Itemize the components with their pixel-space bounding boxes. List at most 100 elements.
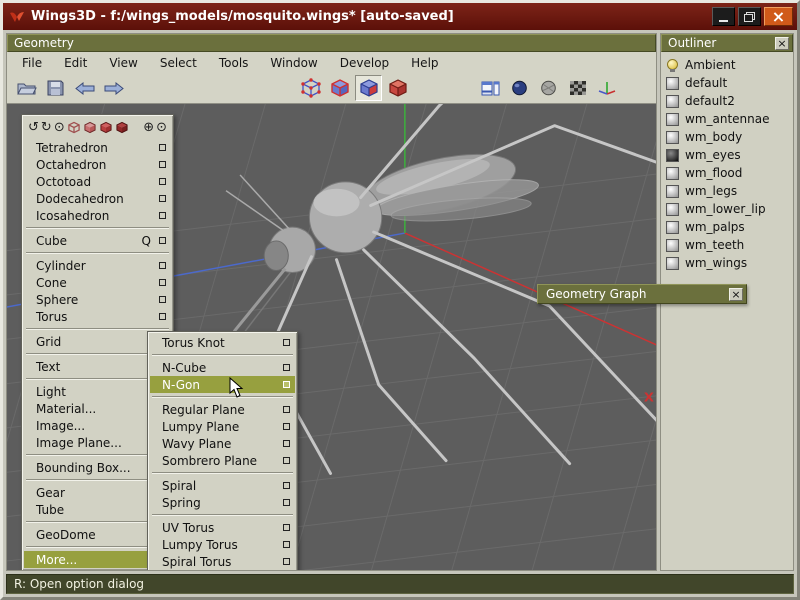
redo-icon[interactable]: ↻: [41, 121, 52, 134]
submenu-item-regular-plane[interactable]: Regular Plane: [150, 401, 295, 418]
menu-item-cylinder[interactable]: Cylinder: [24, 257, 171, 274]
ground-plane-button[interactable]: [564, 75, 591, 101]
flat-preview-button[interactable]: [535, 75, 562, 101]
menu-item-sphere[interactable]: Sphere: [24, 291, 171, 308]
outliner-item-wm-antennae[interactable]: wm_antennae: [661, 110, 793, 128]
outliner-item-wm-body[interactable]: wm_body: [661, 128, 793, 146]
save-button[interactable]: [42, 75, 69, 101]
menubar-item-window[interactable]: Window: [259, 53, 328, 73]
menu-item-tetrahedron[interactable]: Tetrahedron: [24, 139, 171, 156]
menu-item-icosahedron[interactable]: Icosahedron: [24, 207, 171, 224]
outliner-item-label: default: [685, 76, 727, 90]
vertex-mode-icon[interactable]: [67, 121, 81, 134]
submenu-item-n-gon[interactable]: N-Gon: [150, 376, 295, 393]
option-box-icon[interactable]: [159, 144, 166, 151]
menu-item-label: Wavy Plane: [162, 437, 283, 451]
menubar-item-select[interactable]: Select: [149, 53, 208, 73]
menubar-item-tools[interactable]: Tools: [208, 53, 260, 73]
repeat-icon[interactable]: ↺: [28, 121, 39, 134]
restore-button[interactable]: [738, 7, 761, 26]
face-mode-icon[interactable]: [99, 121, 113, 134]
option-box-icon[interactable]: [283, 423, 290, 430]
windows-button[interactable]: [477, 75, 504, 101]
outliner-item-ambient[interactable]: Ambient: [661, 56, 793, 74]
menubar-item-file[interactable]: File: [11, 53, 53, 73]
face-select-button[interactable]: [355, 75, 382, 101]
option-box-icon[interactable]: [283, 381, 290, 388]
option-box-icon[interactable]: [283, 558, 290, 565]
menubar-item-edit[interactable]: Edit: [53, 53, 98, 73]
minimize-button[interactable]: [712, 7, 735, 26]
option-box-icon[interactable]: [283, 482, 290, 489]
submenu-item-spiral-torus[interactable]: Spiral Torus: [150, 553, 295, 570]
undo-button[interactable]: [71, 75, 98, 101]
edge-select-button[interactable]: [326, 75, 353, 101]
geometry-titlebar[interactable]: Geometry: [7, 34, 656, 52]
vertex-select-button[interactable]: [297, 75, 324, 101]
edge-mode-icon[interactable]: [83, 121, 97, 134]
window-titlebar[interactable]: Wings3D - f:/wings_models/mosquito.wings…: [3, 3, 797, 30]
outliner-item-wm-palps[interactable]: wm_palps: [661, 218, 793, 236]
option-box-icon[interactable]: [159, 212, 166, 219]
menubar-item-view[interactable]: View: [98, 53, 148, 73]
option-box-icon[interactable]: [159, 195, 166, 202]
submenu-item-spring[interactable]: Spring: [150, 494, 295, 511]
menu-item-octotoad[interactable]: Octotoad: [24, 173, 171, 190]
option-box-icon[interactable]: [159, 237, 166, 244]
submenu-item-sombrero-plane[interactable]: Sombrero Plane: [150, 452, 295, 469]
flat-shaded-sphere-icon: [540, 80, 557, 96]
submenu-item-wavy-plane[interactable]: Wavy Plane: [150, 435, 295, 452]
outliner-item-wm-legs[interactable]: wm_legs: [661, 182, 793, 200]
option-box-icon[interactable]: [283, 499, 290, 506]
outliner-close-button[interactable]: ×: [775, 37, 789, 50]
outliner-item-wm-flood[interactable]: wm_flood: [661, 164, 793, 182]
submenu-item-lumpy-plane[interactable]: Lumpy Plane: [150, 418, 295, 435]
geometry-graph-close-button[interactable]: ×: [729, 288, 743, 301]
option-box-icon[interactable]: [283, 524, 290, 531]
option-box-icon[interactable]: [283, 339, 290, 346]
option-box-icon[interactable]: [159, 296, 166, 303]
outliner-item-wm-lower-lip[interactable]: wm_lower_lip: [661, 200, 793, 218]
menu-item-octahedron[interactable]: Octahedron: [24, 156, 171, 173]
axes-button[interactable]: [593, 75, 620, 101]
outliner-titlebar[interactable]: Outliner ×: [661, 34, 793, 52]
option-box-icon[interactable]: [159, 279, 166, 286]
submenu-item-lumpy-torus[interactable]: Lumpy Torus: [150, 536, 295, 553]
redo-button[interactable]: [100, 75, 127, 101]
option-box-icon[interactable]: [159, 178, 166, 185]
outliner-item-default2[interactable]: default2: [661, 92, 793, 110]
smooth-preview-button[interactable]: [506, 75, 533, 101]
viewport[interactable]: X ↺ ↻ ⊙ ⊕ ⊙ Tet: [7, 104, 656, 570]
geometry-graph-titlebar[interactable]: Geometry Graph ×: [537, 284, 747, 304]
outliner-item-wm-eyes[interactable]: wm_eyes: [661, 146, 793, 164]
outliner-item-label: wm_teeth: [685, 238, 744, 252]
menubar-item-develop[interactable]: Develop: [329, 53, 400, 73]
option-box-icon[interactable]: [283, 406, 290, 413]
option-box-icon[interactable]: [159, 313, 166, 320]
menu-item-torus[interactable]: Torus: [24, 308, 171, 325]
open-button[interactable]: [13, 75, 40, 101]
option-box-icon[interactable]: [159, 262, 166, 269]
body-select-button[interactable]: [384, 75, 411, 101]
option-box-icon[interactable]: [159, 161, 166, 168]
menu-item-cone[interactable]: Cone: [24, 274, 171, 291]
submenu-item-torus-knot[interactable]: Torus Knot: [150, 334, 295, 351]
option-box-icon[interactable]: [283, 541, 290, 548]
submenu-item-uv-torus[interactable]: UV Torus: [150, 519, 295, 536]
history-icon[interactable]: ⊙: [54, 121, 65, 134]
option-box-icon[interactable]: [283, 440, 290, 447]
body-mode-icon[interactable]: [115, 121, 129, 134]
pivot-icon[interactable]: ⊙: [156, 121, 167, 134]
close-button[interactable]: ×: [764, 7, 793, 26]
outliner-item-default[interactable]: default: [661, 74, 793, 92]
menu-item-dodecahedron[interactable]: Dodecahedron: [24, 190, 171, 207]
submenu-item-spiral[interactable]: Spiral: [150, 477, 295, 494]
menubar-item-help[interactable]: Help: [400, 53, 449, 73]
outliner-item-wm-wings[interactable]: wm_wings: [661, 254, 793, 272]
submenu-item-n-cube[interactable]: N-Cube: [150, 359, 295, 376]
menu-item-cube[interactable]: CubeQ: [24, 232, 171, 249]
option-box-icon[interactable]: [283, 457, 290, 464]
magnet-icon[interactable]: ⊕: [143, 121, 154, 134]
option-box-icon[interactable]: [283, 364, 290, 371]
outliner-item-wm-teeth[interactable]: wm_teeth: [661, 236, 793, 254]
